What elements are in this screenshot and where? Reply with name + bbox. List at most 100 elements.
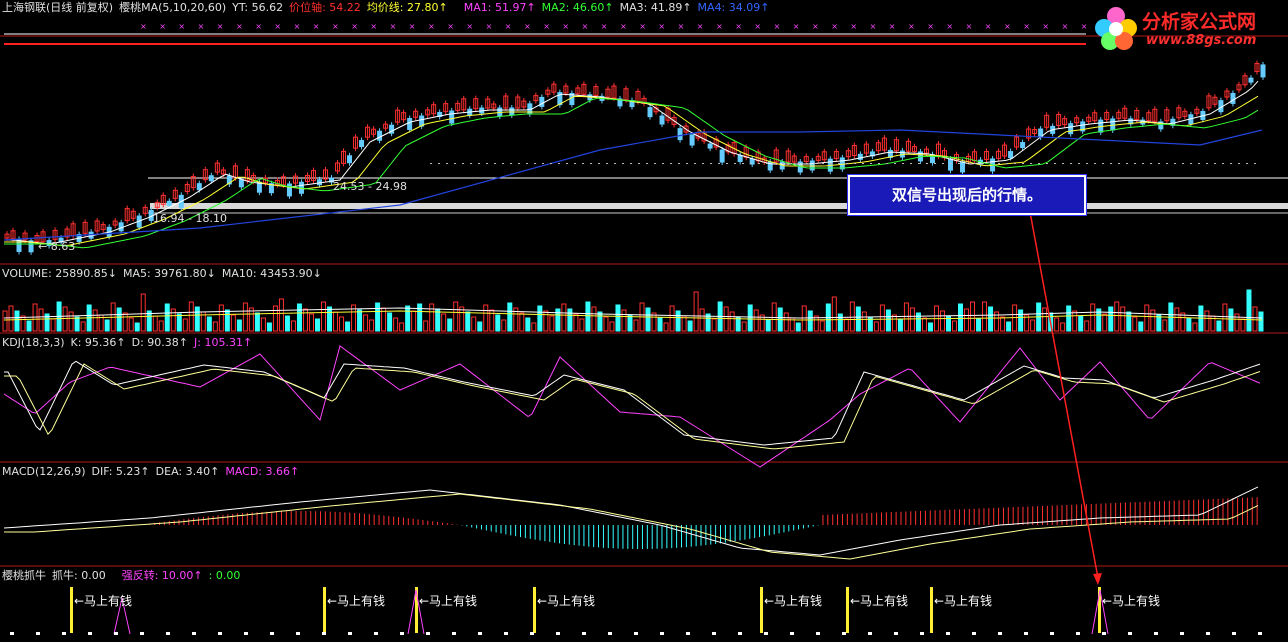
baseline-mark <box>608 632 612 635</box>
candle-down <box>1008 151 1014 159</box>
volume-bar-up <box>519 312 525 332</box>
top-x-marker: × <box>889 22 896 31</box>
logo-title: 分析家公式网 <box>1142 11 1257 33</box>
top-x-marker: × <box>697 22 704 31</box>
baseline-mark <box>1024 632 1028 635</box>
macd-title: MACD(12,26,9) <box>2 465 86 478</box>
volume-bar-down <box>1186 317 1192 332</box>
signal-tag: ←马上有钱 <box>327 594 386 608</box>
top-x-marker: × <box>1042 22 1049 31</box>
dotted-level <box>1118 163 1120 164</box>
site-logo: 分析家公式网 www.88gs.com <box>1092 2 1282 56</box>
dotted-level <box>862 163 864 164</box>
volume-bar-up <box>1132 316 1138 332</box>
volume-bar-up <box>182 318 188 332</box>
volume-bar-down <box>988 306 994 332</box>
volume-bar-up <box>339 316 345 332</box>
top-x-marker: × <box>946 22 953 31</box>
top-x-marker: × <box>274 22 281 31</box>
dotted-level <box>470 163 472 164</box>
volume-bar-up <box>1174 307 1180 332</box>
volume-bar-up <box>158 320 164 332</box>
dotted-level <box>774 163 776 164</box>
kdj-title: KDJ(18,3,3) <box>2 336 65 349</box>
volume-bar-up <box>38 308 44 332</box>
price-panel-header: 上海钢联(日线 前复权) 樱桃MA(5,10,20,60) YT: 56.62 价位轴… <box>2 1 775 14</box>
volume-bar-down <box>585 301 591 332</box>
stock-name[interactable]: 上海钢联(日线 前复权) <box>2 1 113 14</box>
volume-bar-up <box>218 304 224 332</box>
dotted-level <box>662 163 664 164</box>
dotted-level <box>982 163 984 164</box>
dotted-level <box>1134 163 1136 164</box>
top-x-marker: × <box>140 22 147 31</box>
top-x-marker: × <box>793 22 800 31</box>
baseline-mark <box>1258 632 1262 635</box>
volume-bar-down <box>1006 321 1012 332</box>
volume-bar-down <box>885 309 891 332</box>
volume-bar-up <box>873 321 879 332</box>
volume-bar-down <box>958 303 964 332</box>
volume-bar-down <box>807 310 813 332</box>
volume-bar-up <box>843 318 849 332</box>
top-x-marker: × <box>1081 22 1088 31</box>
dotted-level <box>430 163 432 164</box>
volume-bar-up <box>651 312 657 332</box>
volume-bar-up <box>278 298 284 332</box>
baseline-mark <box>998 632 1002 635</box>
dotted-level <box>1062 163 1064 164</box>
dotted-level <box>958 163 960 164</box>
dotted-level <box>870 163 872 164</box>
top-x-marker: × <box>217 22 224 31</box>
top-x-marker: × <box>390 22 397 31</box>
signal-tag: ←马上有钱 <box>934 594 993 608</box>
dotted-level <box>614 163 616 164</box>
dotted-level <box>566 163 568 164</box>
volume-bar-up <box>1000 316 1006 332</box>
dotted-level <box>1054 163 1056 164</box>
dotted-level <box>806 163 808 164</box>
dotted-level <box>734 163 736 164</box>
volume-bar-down <box>675 310 681 332</box>
volume-bar-up <box>453 301 459 332</box>
signal-extra: : 0.00 <box>208 569 241 582</box>
volume-bar-up <box>1042 307 1048 332</box>
candle-down <box>1248 77 1254 83</box>
candle-down <box>659 115 665 125</box>
candle-down <box>1230 92 1236 104</box>
baseline-mark <box>322 632 326 635</box>
candle-down <box>677 128 683 141</box>
volume-bar-up <box>1090 303 1096 332</box>
price-axis-value: 价位轴: 54.22 <box>289 1 361 14</box>
baseline-mark <box>218 632 222 635</box>
top-x-marker: × <box>658 22 665 31</box>
volume-value: VOLUME: 25890.85↓ <box>2 267 117 280</box>
volume-bar-up <box>1060 322 1066 332</box>
signal-tag: ←马上有钱 <box>1102 594 1161 608</box>
top-x-marker: × <box>870 22 877 31</box>
stock-chart-canvas[interactable]: × × × × × × × × × × × × × × × × × × × × × × × × × × × × × × × × × × × × × × × ×… <box>0 0 1288 642</box>
dotted-level <box>654 163 656 164</box>
indicator-name[interactable]: 樱桃MA(5,10,20,60) <box>119 1 226 14</box>
baseline-mark <box>1128 632 1132 635</box>
signal-title: 樱桃抓牛 <box>2 569 46 582</box>
annotation-box: 双信号出现后的行情。 <box>848 175 1086 215</box>
top-x-marker: × <box>908 22 915 31</box>
volume-bar-down <box>765 319 771 332</box>
volume-bar-up <box>591 306 597 332</box>
ma3-line <box>4 97 1259 249</box>
candle-down <box>707 143 713 149</box>
volume-bar-down <box>976 318 982 332</box>
dotted-level <box>638 163 640 164</box>
baseline-mark <box>972 632 976 635</box>
volume-bar-down <box>1018 309 1024 332</box>
volume-bar-up <box>681 315 687 332</box>
baseline-mark <box>192 632 196 635</box>
dotted-level <box>606 163 608 164</box>
dotted-level <box>574 163 576 164</box>
kdj-panel-header: KDJ(18,3,3) K: 95.36↑ D: 90.38↑ J: 105.31↑ <box>2 336 258 349</box>
volume-bar-up <box>2 310 8 332</box>
volume-bar-down <box>375 302 381 332</box>
dotted-level <box>998 163 1000 164</box>
volume-bar-up <box>819 320 825 332</box>
